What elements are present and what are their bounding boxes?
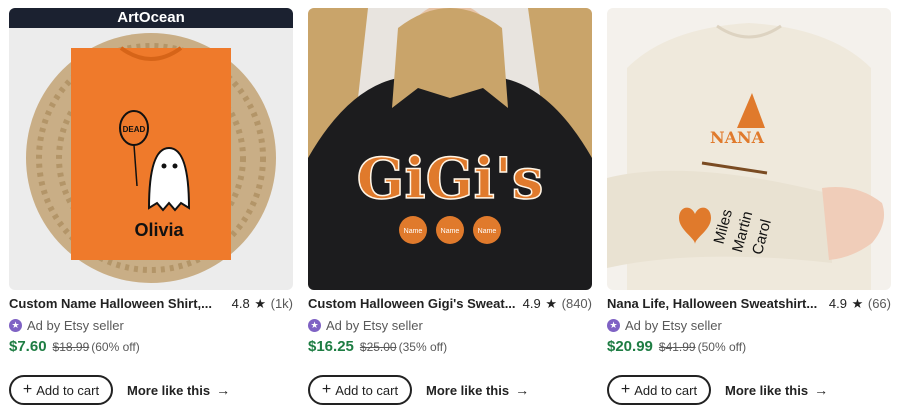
more-like-this-label: More like this (127, 382, 211, 398)
star-seller-badge-icon: ★ (9, 318, 22, 332)
star-icon: ★ (545, 296, 558, 311)
product-card[interactable]: DEAD Olivia ArtOcean Custom Name Hallowe… (9, 8, 293, 412)
add-to-cart-label: Add to cart (335, 382, 399, 398)
discount-label: (60% off) (91, 340, 140, 354)
sale-price: $7.60 (9, 338, 47, 355)
ad-label: ★ Ad by Etsy seller (9, 316, 293, 334)
more-like-this-link[interactable]: More like this → (725, 382, 828, 398)
original-price: $18.99 (52, 340, 90, 354)
arrow-right-icon: → (814, 382, 829, 398)
ad-text: Ad by Etsy seller (326, 317, 423, 333)
review-count: (66) (867, 296, 891, 311)
ad-label: ★ Ad by Etsy seller (607, 316, 891, 334)
nana-sweatshirt-image: NANA Miles Martin Carol (607, 8, 891, 290)
price-row: $7.60 $18.99 (60% off) (9, 338, 293, 358)
add-to-cart-label: Add to cart (36, 382, 100, 398)
ad-label: ★ Ad by Etsy seller (308, 316, 592, 334)
sale-price: $16.25 (308, 338, 354, 355)
arrow-right-icon: → (515, 382, 530, 398)
plus-icon: + (620, 381, 631, 398)
product-title[interactable]: Custom Halloween Gigi's Sweat... (308, 296, 518, 311)
rating-value: 4.9 (522, 296, 541, 311)
product-image[interactable]: DEAD Olivia ArtOcean (9, 8, 293, 290)
more-like-this-link[interactable]: More like this → (426, 382, 529, 398)
sale-price: $20.99 (607, 338, 653, 355)
gigis-word: GiGi's (357, 146, 544, 212)
product-title[interactable]: Custom Name Halloween Shirt,... (9, 296, 219, 311)
product-image[interactable]: GiGi's Name Name Name (308, 8, 592, 290)
arrow-right-icon: → (216, 382, 231, 398)
discount-label: (50% off) (697, 340, 747, 354)
original-price: $25.00 (359, 340, 397, 354)
add-to-cart-button[interactable]: + Add to cart (308, 375, 412, 405)
brand-banner: ArtOcean (9, 8, 293, 28)
product-rating: 4.9 ★ (66) (829, 296, 891, 312)
add-to-cart-label: Add to cart (634, 382, 698, 398)
product-title[interactable]: Nana Life, Halloween Sweatshirt... (607, 296, 817, 311)
star-icon: ★ (254, 296, 266, 311)
more-like-this-label: More like this (725, 382, 809, 398)
more-like-this-label: More like this (426, 382, 510, 398)
star-seller-badge-icon: ★ (308, 318, 321, 332)
pumpkin-label: Name (441, 228, 460, 235)
ad-text: Ad by Etsy seller (625, 317, 722, 333)
review-count: (840) (561, 296, 592, 311)
rating-value: 4.8 (231, 296, 250, 311)
nana-word: NANA (710, 128, 765, 147)
add-to-cart-button[interactable]: + Add to cart (607, 375, 711, 405)
product-grid: DEAD Olivia ArtOcean Custom Name Hallowe… (0, 0, 900, 414)
discount-label: (35% off) (398, 340, 448, 354)
star-icon: ★ (851, 296, 864, 311)
product-rating: 4.8 ★ (1k) (232, 296, 293, 312)
plus-icon: + (321, 381, 332, 398)
price-row: $20.99 $41.99 (50% off) (607, 338, 891, 358)
halloween-shirt-image: DEAD Olivia (9, 8, 293, 290)
ad-text: Ad by Etsy seller (27, 317, 124, 333)
price-row: $16.25 $25.00 (35% off) (308, 338, 592, 358)
gigis-sweatshirt-image: GiGi's Name Name Name (308, 8, 592, 290)
pumpkin-label: Name (478, 228, 497, 235)
product-card[interactable]: NANA Miles Martin Carol Nana Life, Hallo… (607, 8, 891, 412)
pumpkin-label: Name (404, 228, 423, 235)
balloon-text: DEAD (123, 125, 146, 134)
add-to-cart-button[interactable]: + Add to cart (9, 375, 113, 405)
product-card[interactable]: GiGi's Name Name Name Custom Halloween G… (308, 8, 592, 412)
plus-icon: + (22, 381, 33, 398)
review-count: (1k) (270, 296, 293, 311)
shirt-name-text: Olivia (134, 220, 184, 240)
product-rating: 4.9 ★ (840) (523, 296, 592, 312)
more-like-this-link[interactable]: More like this → (127, 382, 230, 398)
original-price: $41.99 (658, 340, 696, 354)
rating-value: 4.9 (828, 296, 847, 311)
product-image[interactable]: NANA Miles Martin Carol (607, 8, 891, 290)
star-seller-badge-icon: ★ (607, 318, 620, 332)
